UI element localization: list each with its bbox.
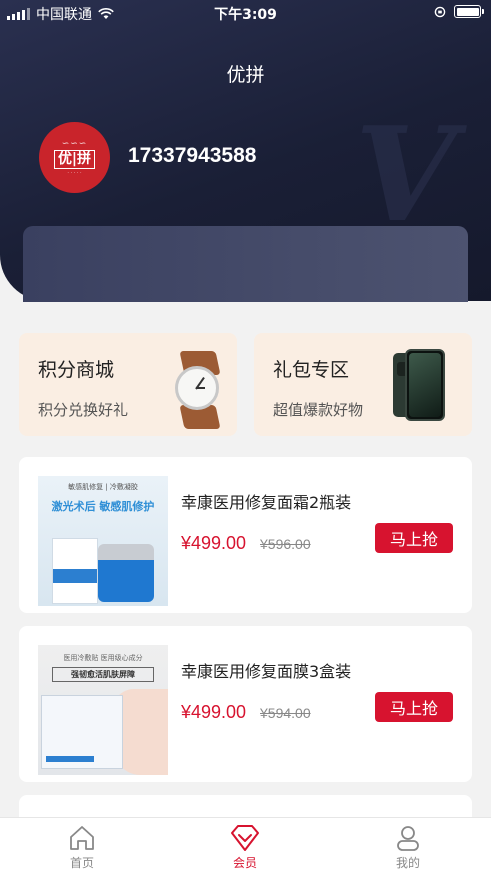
buy-now-button[interactable]: 马上抢 <box>375 523 453 553</box>
tab-bar: 首页 会员 我的 <box>0 817 491 877</box>
user-phone: 17337943588 <box>128 144 257 167</box>
product-card[interactable]: 敏感肌修复 | 冷敷凝胶 激光术后 敏感肌修护 幸康医用修复面霜2瓶装 ¥499… <box>19 457 472 613</box>
tab-label: 首页 <box>69 856 94 870</box>
tab-label: 会员 <box>232 856 257 870</box>
product-price: ¥499.00 <box>181 533 247 553</box>
status-bar: 中国联通 下午3:09 <box>0 0 491 26</box>
promo-title: 礼包专区 <box>273 359 350 381</box>
tab-home[interactable]: 首页 <box>32 824 132 871</box>
promo-points-mall[interactable]: 积分商城 积分兑换好礼 <box>19 333 237 436</box>
phone-icon <box>393 349 446 421</box>
avatar[interactable]: ∽∽∽ 优|拼 · · · · · <box>39 122 110 193</box>
user-icon <box>397 826 419 851</box>
product-image: 敏感肌修复 | 冷敷凝胶 激光术后 敏感肌修护 <box>38 476 168 606</box>
page-title: 优拼 <box>226 64 265 86</box>
product-original-price: ¥596.00 <box>260 536 311 552</box>
promo-subtitle: 积分兑换好礼 <box>38 401 129 419</box>
watch-icon <box>169 351 229 429</box>
product-name: 幸康医用修复面膜3盒装 <box>181 662 352 681</box>
battery-icon <box>454 5 484 18</box>
product-original-price: ¥594.00 <box>260 705 311 721</box>
promo-subtitle: 超值爆款好物 <box>273 401 364 419</box>
avatar-brand: 优|拼 <box>53 150 96 169</box>
product-price: ¥499.00 <box>181 702 247 722</box>
rotation-lock-icon <box>434 6 446 17</box>
member-card[interactable] <box>23 226 468 302</box>
diamond-icon <box>231 825 259 851</box>
home-icon <box>70 826 94 850</box>
product-image: 医用冷敷贴 医用级心成分 强韧愈活肌肤屏障 <box>38 645 168 775</box>
promo-title: 积分商城 <box>38 359 115 381</box>
avatar-swirl-sub: · · · · · <box>67 170 82 176</box>
status-time: 下午3:09 <box>214 7 277 23</box>
tab-member[interactable]: 会员 <box>195 824 295 871</box>
tab-mine[interactable]: 我的 <box>358 824 458 871</box>
tab-label: 我的 <box>395 856 420 870</box>
promo-gift-zone[interactable]: 礼包专区 超值爆款好物 <box>254 333 472 436</box>
product-name: 幸康医用修复面霜2瓶装 <box>181 493 352 512</box>
avatar-swirl: ∽∽∽ <box>61 139 88 149</box>
product-card[interactable]: 医用冷敷贴 医用级心成分 强韧愈活肌肤屏障 幸康医用修复面膜3盒装 ¥499.0… <box>19 626 472 782</box>
buy-now-button[interactable]: 马上抢 <box>375 692 453 722</box>
